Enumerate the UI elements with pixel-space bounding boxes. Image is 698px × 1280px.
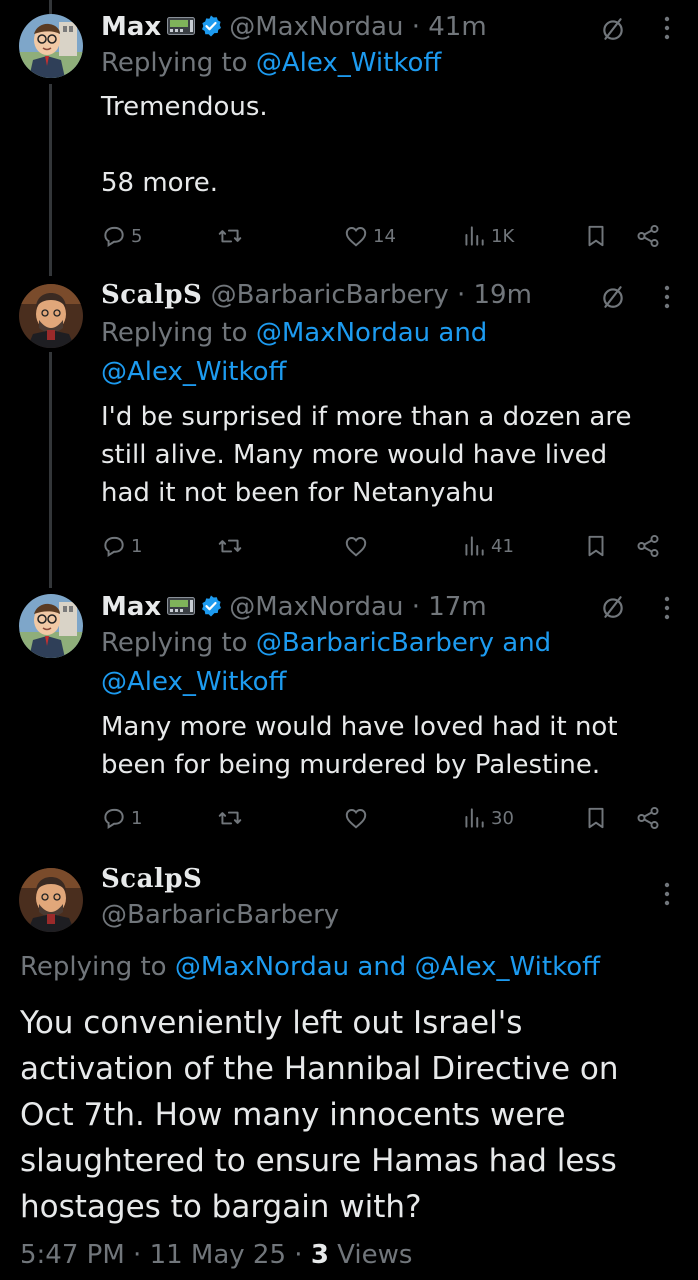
repost-button[interactable] bbox=[217, 530, 247, 562]
author-name[interactable]: Max bbox=[101, 12, 161, 42]
mute-icon[interactable] bbox=[600, 284, 626, 310]
mention-link[interactable]: @Alex_Witkoff bbox=[101, 353, 286, 391]
bookmark-icon bbox=[583, 223, 609, 249]
tweet-metadata: 5:47 PM · 11 May 25 · 3 Views bbox=[20, 1240, 413, 1270]
views-label: Views bbox=[337, 1240, 413, 1270]
post-time[interactable]: 5:47 PM bbox=[20, 1240, 125, 1270]
more-icon[interactable] bbox=[662, 14, 672, 42]
reply-button[interactable]: 5 bbox=[101, 220, 142, 252]
mention-link[interactable]: @Alex_Witkoff bbox=[415, 952, 600, 982]
reply-button[interactable]: 1 bbox=[101, 530, 142, 562]
views-button[interactable]: 1K bbox=[461, 220, 514, 252]
replying-to: Replying to @Alex_Witkoff bbox=[101, 48, 442, 78]
share-icon bbox=[635, 533, 661, 559]
tweet-text: I'd be surprised if more than a dozen ar… bbox=[101, 402, 640, 508]
like-button[interactable]: 14 bbox=[343, 220, 396, 252]
pager-icon bbox=[167, 597, 195, 615]
replying-to: Replying to @BarbaricBarbery and bbox=[101, 628, 552, 658]
repost-icon bbox=[217, 533, 243, 559]
action-bar: 1 30 bbox=[101, 802, 671, 834]
share-icon bbox=[635, 223, 661, 249]
like-button[interactable] bbox=[343, 530, 373, 562]
author-handle[interactable]: @MaxNordau bbox=[229, 12, 403, 42]
replying-to: Replying to @MaxNordau and @Alex_Witkoff bbox=[20, 952, 601, 982]
timestamp[interactable]: · 17m bbox=[412, 592, 487, 622]
heart-icon bbox=[343, 533, 369, 559]
repost-button[interactable] bbox=[217, 802, 247, 834]
action-bar: 5 14 1K bbox=[101, 220, 671, 252]
author-name[interactable]: ScalpS bbox=[101, 280, 202, 310]
avatar[interactable] bbox=[19, 284, 83, 348]
bookmark-button[interactable] bbox=[583, 220, 613, 252]
repost-icon bbox=[217, 223, 243, 249]
author-name[interactable]: Max bbox=[101, 592, 161, 622]
bookmark-button[interactable] bbox=[583, 530, 613, 562]
avatar[interactable] bbox=[19, 868, 83, 932]
more-icon[interactable] bbox=[662, 880, 672, 908]
views-button[interactable]: 30 bbox=[461, 802, 514, 834]
replying-to: Replying to @MaxNordau and bbox=[101, 318, 488, 348]
tweet-text: Many more would have loved had it not be… bbox=[101, 712, 626, 780]
views-count: 3 bbox=[310, 1240, 329, 1270]
reply-icon bbox=[101, 805, 127, 831]
mention-link[interactable]: @Alex_Witkoff bbox=[101, 663, 286, 701]
post-date[interactable]: 11 May 25 bbox=[150, 1240, 286, 1270]
mute-icon[interactable] bbox=[600, 594, 626, 620]
author-name[interactable]: ScalpS bbox=[101, 864, 202, 894]
action-bar: 1 41 bbox=[101, 530, 671, 562]
share-button[interactable] bbox=[635, 530, 665, 562]
reply-icon bbox=[101, 533, 127, 559]
share-button[interactable] bbox=[635, 220, 665, 252]
bookmark-button[interactable] bbox=[583, 802, 613, 834]
author-handle[interactable]: @MaxNordau bbox=[229, 592, 403, 622]
avatar[interactable] bbox=[19, 14, 83, 78]
tweet-text: Tremendous. 58 more. bbox=[101, 92, 268, 198]
author-handle[interactable]: @BarbaricBarbery bbox=[211, 280, 449, 310]
verified-badge-icon bbox=[199, 14, 223, 38]
reply-icon bbox=[101, 223, 127, 249]
heart-icon bbox=[343, 223, 369, 249]
views-icon bbox=[461, 223, 487, 249]
views-icon bbox=[461, 805, 487, 831]
repost-button[interactable] bbox=[217, 220, 247, 252]
like-button[interactable] bbox=[343, 802, 373, 834]
thread-line bbox=[49, 352, 52, 588]
share-button[interactable] bbox=[635, 802, 665, 834]
more-icon[interactable] bbox=[662, 594, 672, 622]
heart-icon bbox=[343, 805, 369, 831]
timestamp[interactable]: · 19m bbox=[457, 280, 532, 310]
mute-icon[interactable] bbox=[600, 16, 626, 42]
mention-link[interactable]: @Alex_Witkoff bbox=[256, 48, 441, 78]
mention-link[interactable]: @MaxNordau bbox=[175, 952, 349, 982]
pager-icon bbox=[167, 17, 195, 35]
bookmark-icon bbox=[583, 805, 609, 831]
mention-link[interactable]: @MaxNordau and bbox=[256, 318, 487, 348]
bookmark-icon bbox=[583, 533, 609, 559]
reply-button[interactable]: 1 bbox=[101, 802, 142, 834]
share-icon bbox=[635, 805, 661, 831]
timestamp[interactable]: · 41m bbox=[412, 12, 487, 42]
tweet-text: You conveniently left out Israel's activ… bbox=[20, 1005, 619, 1225]
mention-link[interactable]: @BarbaricBarbery and bbox=[256, 628, 551, 658]
thread-line bbox=[49, 0, 52, 14]
author-handle[interactable]: @BarbaricBarbery bbox=[101, 900, 339, 930]
repost-icon bbox=[217, 805, 243, 831]
views-icon bbox=[461, 533, 487, 559]
thread-line bbox=[49, 84, 52, 276]
more-icon[interactable] bbox=[662, 283, 672, 311]
views-button[interactable]: 41 bbox=[461, 530, 514, 562]
avatar[interactable] bbox=[19, 594, 83, 658]
verified-badge-icon bbox=[199, 594, 223, 618]
